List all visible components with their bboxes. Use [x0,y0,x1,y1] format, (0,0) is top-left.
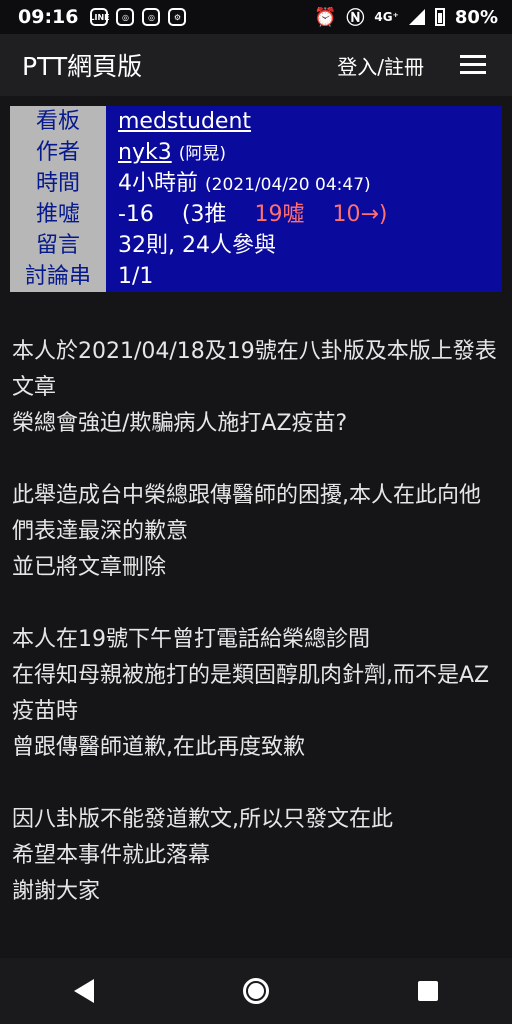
article-body: 本人於2021/04/18及19號在八卦版及本版上發表文章 榮總會強迫/欺騙病人… [12,334,500,910]
post-meta-table: 看板 medstudent 作者 nyk3 (阿晃) 時間 4小時前 (2021… [10,106,502,292]
article-line: 曾跟傳醫師道歉,在此再度致歉 [12,735,305,760]
relative-time: 4小時前 [118,171,198,196]
board-label: 看板 [10,106,106,137]
article-line: 希望本事件就此落幕 [12,843,211,868]
thread-value: 1/1 [106,261,502,292]
comments-label: 留言 [10,230,106,261]
time-label: 時間 [10,168,106,199]
article-line: 此舉造成台中榮總跟傳醫師的困擾,本人在此向他們表達最深的歉意 [12,483,481,544]
score-value-cell: -16 (3推 19噓 10→) [106,199,502,230]
hamburger-icon[interactable] [460,55,486,75]
meta-row-board: 看板 medstudent [10,106,502,137]
network-type: 4G⁺ [374,10,399,24]
time-value-cell: 4小時前 (2021/04/20 04:47) [106,168,502,199]
signal-icon [408,9,425,25]
author-nickname: (阿晃) [178,144,226,164]
article-line: 並已將文章刪除 [12,555,167,580]
thread-label: 討論串 [10,261,106,292]
app-header: PTT網頁版 登入/註冊 [0,34,512,96]
instagram-icon: ◎ [142,8,161,26]
meta-row-author: 作者 nyk3 (阿晃) [10,137,502,168]
status-time: 09:16 [18,6,79,28]
battery-level: 80% [454,6,498,28]
back-icon[interactable] [74,979,95,1003]
notification-icons: LINE ◎ ◎ ⚙ [89,8,187,26]
recents-icon[interactable] [417,981,438,1001]
app-title[interactable]: PTT網頁版 [22,47,142,83]
comments-value: 32則, 24人參與 [106,230,502,261]
meta-row-comments: 留言 32則, 24人參與 [10,230,502,261]
line-icon: LINE [89,8,110,26]
system-icons: ⏰ Ⓝ 4G⁺ 80% [314,4,498,30]
author-link[interactable]: nyk3 [118,140,172,165]
article-line: 在得知母親被施打的是類固醇肌肉針劑,而不是AZ疫苗時 [12,663,490,724]
login-register-link[interactable]: 登入/註冊 [337,51,424,80]
article-line: 本人於2021/04/18及19號在八卦版及本版上發表文章 [12,339,497,400]
score-label: 推噓 [10,199,106,230]
settings-icon: ⚙ [168,8,187,26]
nfc-icon: Ⓝ [346,8,365,29]
arrow-count: 10→) [332,202,388,227]
article-line: 謝謝大家 [12,879,101,904]
article-line: 本人在19號下午曾打電話給榮總診間 [12,627,370,652]
absolute-time: (2021/04/20 04:47) [205,175,371,195]
meta-row-time: 時間 4小時前 (2021/04/20 04:47) [10,168,502,199]
article-line: 榮總會強迫/欺騙病人施打AZ疫苗? [12,411,348,436]
author-value-cell: nyk3 (阿晃) [106,137,502,168]
battery-icon [434,8,445,26]
author-label: 作者 [10,137,106,168]
meta-row-thread: 討論串 1/1 [10,261,502,292]
article-line: 因八卦版不能發道歉文,所以只發文在此 [12,807,393,832]
board-value-cell: medstudent [106,106,502,137]
system-nav-bar [0,958,512,1024]
meta-row-score: 推噓 -16 (3推 19噓 10→) [10,199,502,230]
home-icon[interactable] [242,978,269,1004]
boo-count: 19噓 [254,202,305,227]
instagram-icon: ◎ [116,8,135,26]
board-link[interactable]: medstudent [118,109,251,134]
alarm-icon: ⏰ [313,6,337,28]
push-count: (3推 [181,202,227,227]
status-bar: 09:16 LINE ◎ ◎ ⚙ ⏰ Ⓝ 4G⁺ 80% [0,0,512,34]
score-total: -16 [118,202,154,227]
